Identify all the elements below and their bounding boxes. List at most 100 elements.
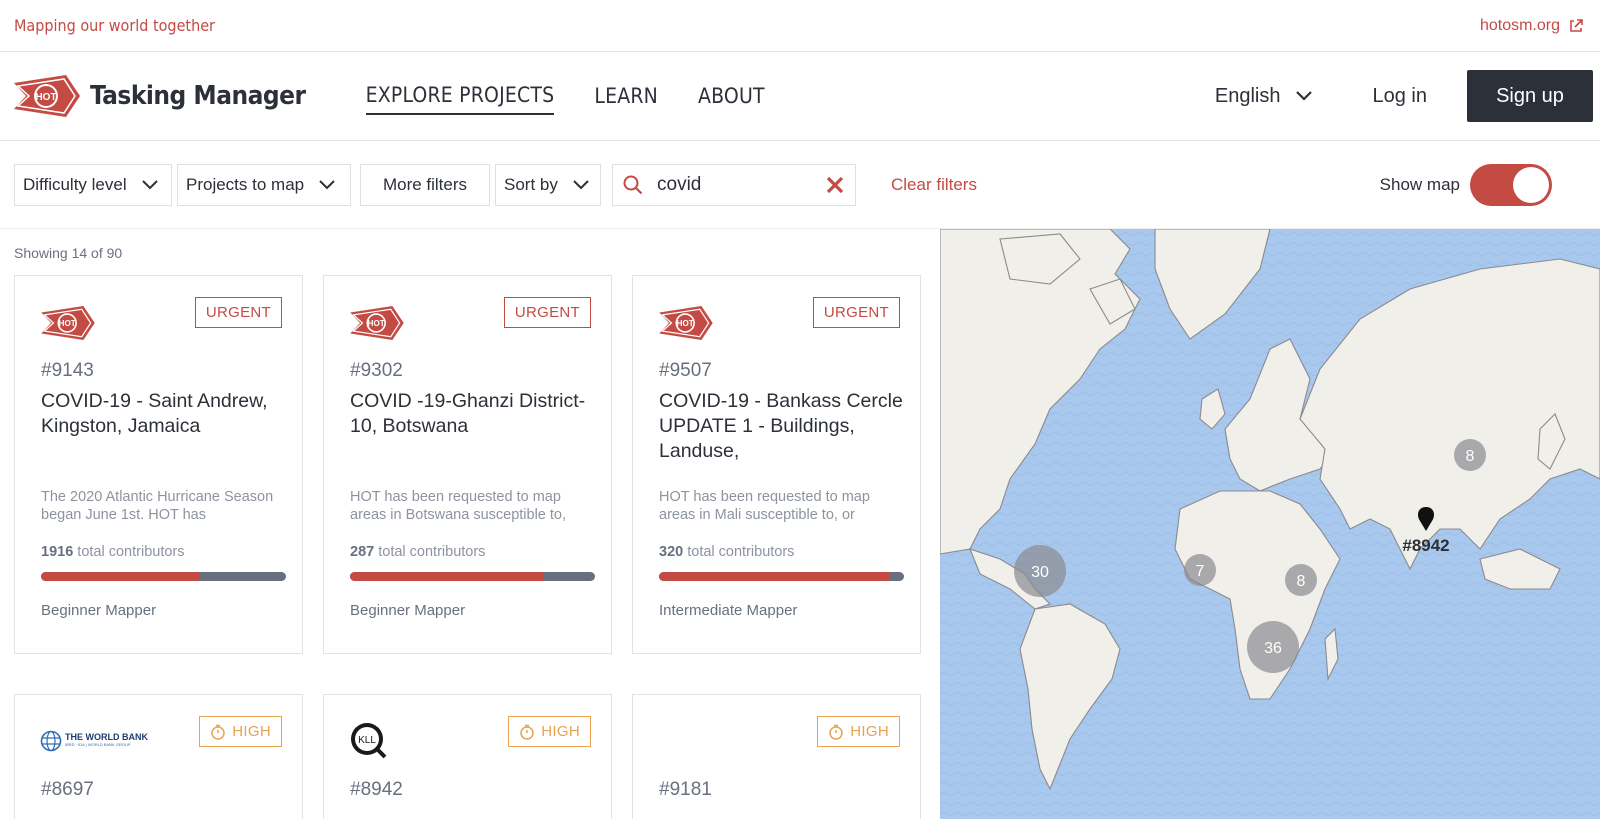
show-map-label: Show map <box>1379 174 1460 194</box>
project-id: #8697 <box>41 779 94 800</box>
progress-bar <box>659 572 904 581</box>
sort-by-label: Sort by <box>504 174 558 194</box>
login-link[interactable]: Log in <box>1373 85 1428 108</box>
project-id: #9507 <box>659 360 712 381</box>
project-card[interactable]: KLL HIGH #8942 <box>323 694 612 819</box>
priority-badge: HIGH <box>508 716 591 747</box>
world-bank-sub: IBRD · IDA | WORLD BANK GROUP <box>65 742 131 747</box>
contributors-label: total contributors <box>687 544 795 560</box>
hot-org-logo: HOT <box>41 306 95 340</box>
chevron-down-icon <box>1295 91 1312 101</box>
projects-to-map-label: Projects to map <box>186 174 305 194</box>
project-card[interactable]: HOT URGENT #9302 COVID -19-Ghanzi Distri… <box>323 275 612 654</box>
contributors-count: 320 <box>659 544 684 560</box>
map-cluster[interactable]: 8 <box>1454 439 1486 471</box>
nav-links: EXPLORE PROJECTS LEARN ABOUT <box>365 52 765 140</box>
priority-badge: URGENT <box>503 297 591 328</box>
nav-about[interactable]: ABOUT <box>698 78 765 114</box>
svg-text:HOT: HOT <box>35 92 56 103</box>
project-description: The 2020 Atlantic Hurricane Season began… <box>41 489 274 523</box>
language-selector[interactable]: English <box>1215 85 1313 108</box>
chevron-down-icon <box>573 179 589 189</box>
results-count: Showing 14 of 90 <box>14 245 123 261</box>
priority-label: HIGH <box>541 723 580 740</box>
project-card[interactable]: THE WORLD BANK IBRD · IDA | WORLD BANK G… <box>14 694 303 819</box>
priority-badge: HIGH <box>817 716 900 747</box>
timer-icon <box>520 724 535 740</box>
contributors: 320 total contributors <box>659 544 794 560</box>
project-title: COVID-19 - Saint Andrew, Kingston, Jamai… <box>41 390 268 437</box>
contributors: 287 total contributors <box>350 544 485 560</box>
project-id: #9143 <box>41 360 94 381</box>
project-id: #9302 <box>350 360 403 381</box>
svg-text:8: 8 <box>1297 573 1306 590</box>
map-cluster[interactable]: 30 <box>1014 545 1066 597</box>
svg-text:HOT: HOT <box>59 319 76 328</box>
project-id: #8942 <box>350 779 403 800</box>
external-link-icon <box>1570 18 1583 32</box>
difficulty-level: Beginner Mapper <box>350 602 466 619</box>
difficulty-dropdown[interactable]: Difficulty level <box>14 163 172 206</box>
timer-icon <box>211 724 226 740</box>
search-input[interactable] <box>657 173 817 196</box>
project-title: COVID-19 - Bankass Cercle UPDATE 1 - Bui… <box>659 390 903 462</box>
world-bank-name: THE WORLD BANK <box>65 732 148 742</box>
map-cluster[interactable]: 7 <box>1184 554 1216 586</box>
world-bank-logo: THE WORLD BANK IBRD · IDA | WORLD BANK G… <box>40 730 148 752</box>
svg-text:36: 36 <box>1264 640 1282 657</box>
projects-to-map-dropdown[interactable]: Projects to map <box>177 163 351 206</box>
priority-badge: URGENT <box>194 297 282 328</box>
nav-explore-projects[interactable]: EXPLORE PROJECTS <box>365 77 555 115</box>
signup-button[interactable]: Sign up <box>1467 70 1593 122</box>
map-cluster[interactable]: 8 <box>1285 564 1317 596</box>
sort-by-dropdown[interactable]: Sort by <box>495 163 601 206</box>
world-map[interactable]: 30 7 8 36 8 #8942 <box>940 229 1600 819</box>
contributors-label: total contributors <box>77 544 185 560</box>
brand-name: Tasking Manager <box>90 81 306 111</box>
project-description: HOT has been requested to map areas in M… <box>659 489 870 523</box>
brand[interactable]: HOT Tasking Manager <box>14 75 306 117</box>
tagline: Mapping our world together <box>14 16 215 35</box>
progress-fill <box>41 572 201 581</box>
project-id: #9181 <box>659 779 712 800</box>
priority-badge: HIGH <box>199 716 282 747</box>
filter-bar: Difficulty level Projects to map More fi… <box>0 141 1600 229</box>
contributors-label: total contributors <box>378 544 486 560</box>
chevron-down-icon <box>319 179 335 189</box>
nav-right: English Log in Sign up <box>1215 70 1593 122</box>
svg-text:HOT: HOT <box>677 319 694 328</box>
difficulty-dropdown-label: Difficulty level <box>23 174 127 194</box>
search-box <box>612 163 856 206</box>
project-card[interactable]: HIGH #9181 <box>632 694 921 819</box>
project-card[interactable]: HOT URGENT #9143 COVID-19 - Saint Andrew… <box>14 275 303 654</box>
more-filters-label: More filters <box>382 174 468 194</box>
hotosm-link[interactable]: hotosm.org <box>1480 17 1584 35</box>
priority-badge: URGENT <box>812 297 900 328</box>
progress-fill <box>659 572 890 581</box>
progress-bar <box>350 572 595 581</box>
more-filters-button[interactable]: More filters <box>360 163 490 206</box>
content-area: Showing 14 of 90 HOT URGENT #9143 COVID-… <box>0 229 1600 819</box>
progress-bar <box>41 572 286 581</box>
globe-icon <box>40 730 62 752</box>
svg-text:HOT: HOT <box>368 319 385 328</box>
map-cluster[interactable]: 36 <box>1247 621 1299 673</box>
kll-logo: KLL <box>351 723 387 759</box>
project-card[interactable]: HOT URGENT #9507 COVID-19 - Bankass Cerc… <box>632 275 921 654</box>
language-label: English <box>1214 84 1281 107</box>
svg-text:KLL: KLL <box>358 735 376 746</box>
clear-search-icon[interactable] <box>825 175 845 195</box>
clear-filters-link[interactable]: Clear filters <box>891 175 977 195</box>
main-navbar: HOT Tasking Manager EXPLORE PROJECTS LEA… <box>0 52 1600 141</box>
top-strip: Mapping our world together hotosm.org <box>0 0 1600 52</box>
priority-label: HIGH <box>850 723 889 740</box>
hot-logo-icon: HOT <box>14 75 80 117</box>
contributors-count: 1916 <box>41 544 74 560</box>
show-map-toggle[interactable] <box>1470 163 1552 206</box>
nav-learn[interactable]: LEARN <box>594 78 658 114</box>
hot-org-logo: HOT <box>350 306 404 340</box>
timer-icon <box>829 724 844 740</box>
chevron-down-icon <box>141 179 158 189</box>
projects-map[interactable]: 30 7 8 36 8 #8942 <box>940 229 1600 819</box>
show-map-toggle-group: Show map <box>1379 163 1552 206</box>
